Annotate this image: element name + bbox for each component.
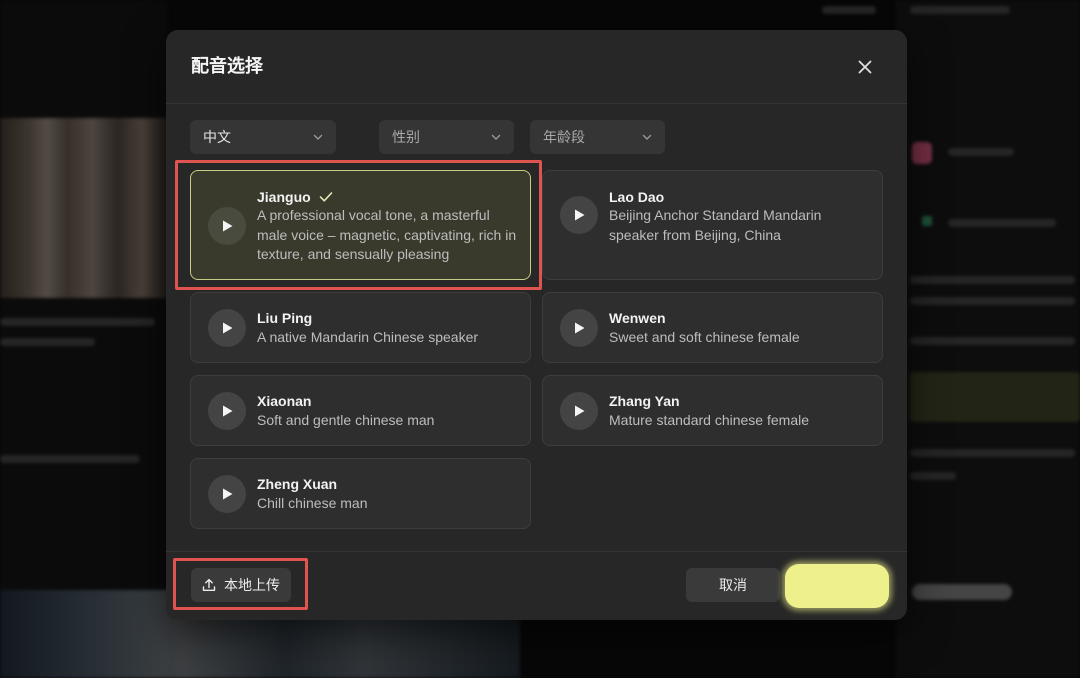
voice-card-zheng-xuan[interactable]: Zheng Xuan Chill chinese man [190, 458, 531, 529]
voice-name: Liu Ping [257, 310, 313, 326]
header-divider [166, 103, 907, 104]
voice-description: A native Mandarin Chinese speaker [257, 329, 479, 345]
play-icon [575, 209, 585, 221]
voice-description: A professional vocal tone, a masterful m… [257, 207, 517, 262]
age-select-placeholder: 年龄段 [543, 129, 585, 145]
voice-name-row: Jianguo [257, 189, 333, 205]
chevron-down-icon [313, 134, 323, 140]
voice-description: Soft and gentle chinese man [257, 412, 435, 428]
voice-card-lao-dao[interactable]: Lao Dao Beijing Anchor Standard Mandarin… [542, 170, 883, 280]
voice-description: Beijing Anchor Standard Mandarin speaker… [609, 207, 822, 243]
voice-name: Xiaonan [257, 393, 312, 409]
voice-name: Jianguo [257, 189, 311, 205]
age-select[interactable]: 年龄段 [530, 120, 665, 154]
play-button[interactable] [560, 392, 598, 430]
play-icon [223, 220, 233, 232]
play-button[interactable] [208, 309, 246, 347]
play-icon [223, 405, 233, 417]
voice-name: Zheng Xuan [257, 476, 338, 492]
footer-divider [166, 551, 907, 552]
play-icon [223, 488, 233, 500]
voice-name: Zhang Yan [609, 393, 680, 409]
voice-card-liu-ping[interactable]: Liu Ping A native Mandarin Chinese speak… [190, 292, 531, 363]
gender-select[interactable]: 性别 [379, 120, 514, 154]
play-icon [223, 322, 233, 334]
chevron-down-icon [642, 134, 652, 140]
close-button[interactable] [850, 52, 880, 82]
voice-name: Wenwen [609, 310, 666, 326]
chevron-down-icon [491, 134, 501, 140]
gender-select-placeholder: 性别 [392, 129, 420, 145]
close-icon [858, 60, 872, 74]
language-select[interactable]: 中文 [190, 120, 336, 154]
play-icon [575, 405, 585, 417]
voice-select-dialog: 配音选择 中文 性别 年龄段 Jianguo A professional vo… [166, 30, 907, 620]
upload-icon [202, 578, 216, 591]
play-icon [575, 322, 585, 334]
voice-card-xiaonan[interactable]: Xiaonan Soft and gentle chinese man [190, 375, 531, 446]
dialog-title: 配音选择 [191, 56, 263, 76]
play-button[interactable] [208, 475, 246, 513]
check-icon [319, 192, 332, 202]
play-button[interactable] [560, 309, 598, 347]
voice-card-wenwen[interactable]: Wenwen Sweet and soft chinese female [542, 292, 883, 363]
confirm-button[interactable] [785, 564, 889, 608]
cancel-button[interactable]: 取消 [686, 568, 780, 602]
upload-label: 本地上传 [224, 577, 280, 593]
voice-description: Sweet and soft chinese female [609, 329, 800, 345]
voice-description: Mature standard chinese female [609, 412, 809, 428]
voice-description: Chill chinese man [257, 495, 368, 511]
play-button[interactable] [560, 196, 598, 234]
voice-card-zhang-yan[interactable]: Zhang Yan Mature standard chinese female [542, 375, 883, 446]
local-upload-button[interactable]: 本地上传 [191, 568, 291, 602]
language-select-value: 中文 [203, 129, 231, 145]
voice-card-jianguo[interactable]: Jianguo A professional vocal tone, a mas… [190, 170, 531, 280]
play-button[interactable] [208, 392, 246, 430]
play-button[interactable] [208, 207, 246, 245]
voice-name: Lao Dao [609, 189, 665, 205]
